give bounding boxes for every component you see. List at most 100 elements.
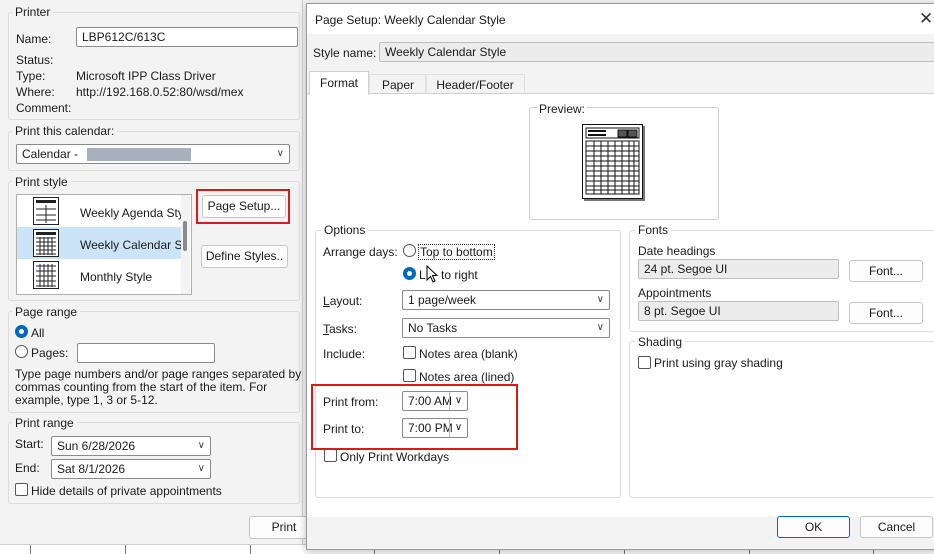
end-date-field[interactable]: Sat 8/1/2026 ∨ xyxy=(51,459,211,479)
gray-shading-checkbox[interactable] xyxy=(638,356,651,369)
redacted-block xyxy=(87,148,191,161)
where-value: http://192.168.0.52:80/wsd/mex xyxy=(76,85,244,99)
define-styles-button[interactable]: Define Styles.. xyxy=(201,245,288,268)
page-setup-dialog: Page Setup: Weekly Calendar Style ✕ Styl… xyxy=(306,3,934,550)
close-icon[interactable]: ✕ xyxy=(919,9,933,29)
end-date-value: Sat 8/1/2026 xyxy=(57,462,126,476)
tab-format[interactable]: Format xyxy=(309,71,369,95)
range-help-line: commas counting from the start of the it… xyxy=(15,380,268,394)
printer-name-field[interactable]: LBP612C/613C xyxy=(76,27,298,47)
start-date-value: Sun 6/28/2026 xyxy=(57,439,136,453)
fonts-group-title: Fonts xyxy=(635,223,672,237)
status-label: Status: xyxy=(16,53,54,67)
print-style-list[interactable]: Weekly Agenda Sty Weekly Calendar S Mont… xyxy=(16,194,192,295)
monthly-calendar-icon xyxy=(33,261,59,289)
range-help-line: Type page numbers and/or page ranges sep… xyxy=(15,367,302,381)
chevron-down-icon: ∨ xyxy=(596,322,604,333)
pages-label: Pages: xyxy=(31,346,69,360)
page-preview-icon xyxy=(582,124,645,201)
top-to-bottom-label: Top to bottom xyxy=(418,244,495,260)
dialog-title: Page Setup: Weekly Calendar Style xyxy=(315,13,506,27)
style-name-field: Weekly Calendar Style xyxy=(379,42,934,62)
appointments-font-field: 8 pt. Segoe UI xyxy=(638,301,839,321)
only-workdays-checkbox[interactable] xyxy=(324,449,337,462)
page-range-group-title: Page range xyxy=(12,305,81,319)
left-to-right-radio[interactable] xyxy=(403,267,416,280)
options-group-title: Options xyxy=(321,223,369,237)
highlight-box xyxy=(196,189,290,224)
gray-shading-label: Print using gray shading xyxy=(654,356,783,370)
date-headings-font-field: 24 pt. Segoe UI xyxy=(638,259,839,279)
appointments-font-button[interactable]: Font... xyxy=(849,302,923,324)
tab-paper-label: Paper xyxy=(381,78,415,92)
top-to-bottom-text: Top to bottom xyxy=(420,245,493,259)
tab-paper[interactable]: Paper xyxy=(369,74,427,94)
chevron-down-icon[interactable]: ∨ xyxy=(198,440,205,451)
print-dialog: Printer Name: LBP612C/613C Status: Type:… xyxy=(0,0,319,553)
style-list-item[interactable]: Weekly Agenda Sty xyxy=(17,195,184,227)
comment-label: Comment: xyxy=(16,101,72,115)
layout-select[interactable]: 1 page/week ∨ xyxy=(402,290,610,310)
where-label: Where: xyxy=(16,85,55,99)
layout-label: Layout: xyxy=(323,294,363,308)
print-range-group-title: Print range xyxy=(12,416,77,430)
hide-private-checkbox[interactable] xyxy=(15,483,28,496)
style-label: Monthly Style xyxy=(80,270,153,284)
arrange-days-label: Arrange days: xyxy=(323,245,398,259)
tab-format-label: Format xyxy=(319,76,358,90)
printer-group-title: Printer xyxy=(12,5,54,19)
list-scrollbar[interactable] xyxy=(181,195,190,294)
scrollbar-thumb[interactable] xyxy=(183,221,187,251)
chevron-down-icon: ∨ xyxy=(596,294,604,305)
only-workdays-label: Only Print Workdays xyxy=(340,450,450,464)
weekly-calendar-icon xyxy=(33,229,59,257)
top-to-bottom-radio[interactable] xyxy=(403,244,416,257)
style-name-label: Style name: xyxy=(313,46,377,60)
appointments-label: Appointments xyxy=(638,286,712,300)
left-to-right-text-b: to right xyxy=(437,268,478,282)
ok-button[interactable]: OK xyxy=(777,516,850,538)
start-label: Start: xyxy=(15,437,44,451)
left-to-right-text-a: L xyxy=(419,268,426,282)
preview-label: Preview: xyxy=(537,102,588,116)
calendar-select[interactable]: Calendar - ∨ xyxy=(16,144,290,164)
tab-header-footer-label: Header/Footer xyxy=(436,78,514,92)
include-label: Include: xyxy=(323,347,366,361)
pages-input[interactable] xyxy=(77,343,215,363)
notes-blank-checkbox[interactable] xyxy=(403,346,416,359)
tasks-select-value: No Tasks xyxy=(408,321,458,335)
layout-select-value: 1 page/week xyxy=(408,293,477,307)
notes-lined-checkbox[interactable] xyxy=(403,369,416,382)
start-date-field[interactable]: Sun 6/28/2026 ∨ xyxy=(51,436,211,456)
cancel-button[interactable]: Cancel xyxy=(860,516,933,538)
date-headings-font-button[interactable]: Font... xyxy=(849,260,923,282)
style-list-item[interactable]: Monthly Style xyxy=(17,259,181,291)
type-label: Type: xyxy=(16,69,46,83)
pages-radio[interactable] xyxy=(15,345,28,358)
type-value: Microsoft IPP Class Driver xyxy=(76,69,216,83)
print-style-group-title: Print style xyxy=(12,175,71,189)
chevron-down-icon: ∨ xyxy=(276,148,284,159)
date-headings-label: Date headings xyxy=(638,244,716,258)
notes-lined-label: Notes area (lined) xyxy=(419,370,515,384)
calendar-select-value: Calendar - xyxy=(22,147,79,161)
calendar-group-title: Print this calendar: xyxy=(12,124,118,138)
title-bar[interactable]: Page Setup: Weekly Calendar Style ✕ xyxy=(307,4,934,34)
weekly-agenda-icon xyxy=(33,197,59,225)
name-label: Name: xyxy=(16,32,52,46)
hide-private-label: Hide details of private appointments xyxy=(31,484,222,498)
range-help-line: example, type 1, 3 or 5-12. xyxy=(15,393,158,407)
all-radio[interactable] xyxy=(15,325,28,338)
chevron-down-icon[interactable]: ∨ xyxy=(198,463,205,474)
end-label: End: xyxy=(15,461,40,475)
tasks-label: Tasks: xyxy=(323,322,358,336)
style-label: Weekly Calendar S xyxy=(80,238,183,252)
tab-header-footer[interactable]: Header/Footer xyxy=(425,74,525,94)
tasks-select[interactable]: No Tasks ∨ xyxy=(402,318,610,338)
style-label: Weekly Agenda Sty xyxy=(80,206,184,220)
style-list-item-selected[interactable]: Weekly Calendar S xyxy=(17,227,183,259)
highlight-box xyxy=(311,384,518,450)
shading-group-title: Shading xyxy=(635,335,686,349)
mouse-cursor-icon xyxy=(426,265,438,283)
all-label: All xyxy=(31,326,45,340)
